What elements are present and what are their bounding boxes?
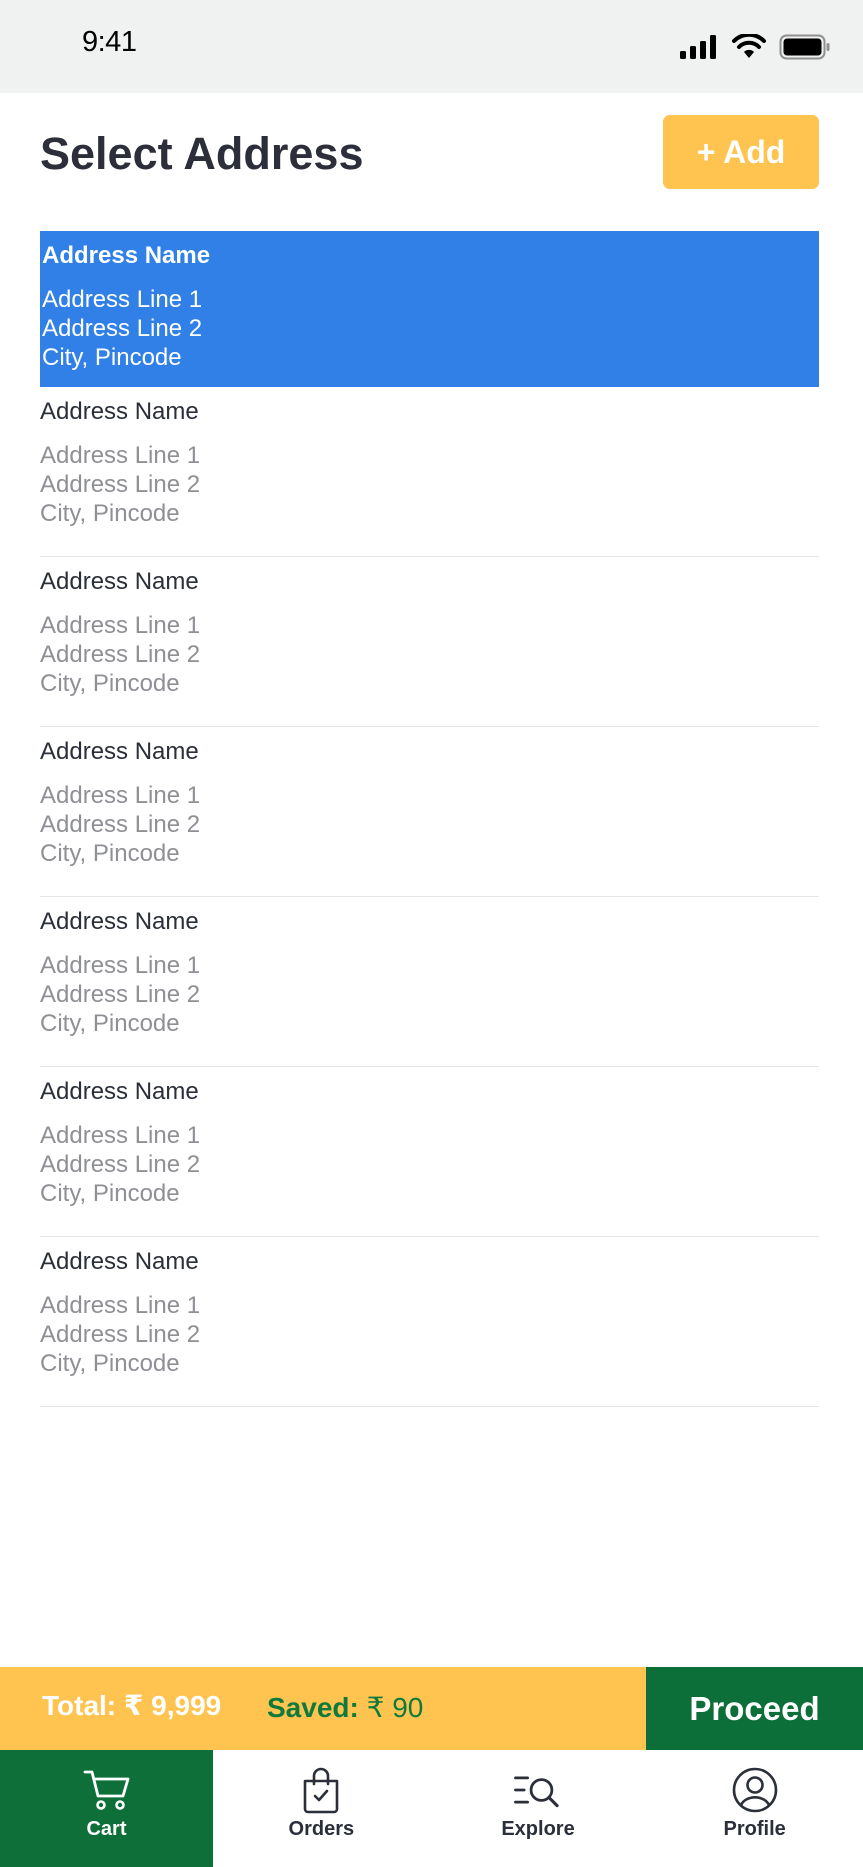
address-line-2: Address Line 2 — [40, 811, 201, 838]
address-city-pincode: City, Pincode — [42, 344, 182, 371]
address-line-2: Address Line 2 — [40, 981, 201, 1008]
address-line-1: Address Line 1 — [40, 442, 201, 469]
address-name: Address Name — [40, 1078, 199, 1105]
nav-label: Explore — [501, 1818, 575, 1840]
address-card[interactable]: Address Name Address Line 1 Address Line… — [40, 1237, 819, 1407]
total-value: ₹ 9,999 — [123, 1690, 222, 1721]
address-line-2: Address Line 2 — [40, 641, 201, 668]
address-card[interactable]: Address Name Address Line 1 Address Line… — [40, 897, 819, 1067]
address-city-pincode: City, Pincode — [40, 1180, 180, 1207]
address-name: Address Name — [40, 568, 199, 595]
saved-amount: Saved: ₹ 90 — [267, 1691, 423, 1724]
address-list: Address Name Address Line 1 Address Line… — [40, 231, 819, 1407]
address-card[interactable]: Address Name Address Line 1 Address Line… — [40, 1067, 819, 1237]
user-circle-icon — [732, 1767, 777, 1813]
signal-icon — [680, 35, 716, 59]
nav-item-explore[interactable]: Explore — [430, 1750, 647, 1867]
total-label: Total: — [42, 1690, 117, 1721]
address-card[interactable]: Address Name Address Line 1 Address Line… — [40, 727, 819, 897]
battery-icon — [779, 34, 830, 60]
status-icons — [679, 34, 831, 60]
proceed-button[interactable]: Proceed — [646, 1667, 863, 1750]
address-name: Address Name — [42, 242, 211, 269]
add-address-button[interactable]: + Add — [663, 115, 819, 189]
address-name: Address Name — [40, 1248, 199, 1275]
address-line-2: Address Line 2 — [40, 1151, 201, 1178]
address-line-1: Address Line 1 — [40, 1292, 201, 1319]
address-line-2: Address Line 2 — [40, 471, 201, 498]
address-line-2: Address Line 2 — [42, 315, 203, 342]
address-line-1: Address Line 1 — [40, 782, 201, 809]
saved-value: ₹ 90 — [366, 1692, 424, 1723]
address-city-pincode: City, Pincode — [40, 1350, 180, 1377]
address-name: Address Name — [40, 738, 199, 765]
address-card[interactable]: Address Name Address Line 1 Address Line… — [40, 387, 819, 557]
address-name: Address Name — [40, 398, 199, 425]
address-line-2: Address Line 2 — [40, 1321, 201, 1348]
address-city-pincode: City, Pincode — [40, 840, 180, 867]
address-line-1: Address Line 1 — [42, 286, 203, 313]
shopping-bag-icon — [304, 1767, 339, 1814]
address-line-1: Address Line 1 — [40, 952, 201, 979]
page-title: Select Address — [40, 128, 364, 179]
order-summary-bar: Total: ₹ 9,999 Saved: ₹ 90 Proceed — [0, 1667, 863, 1750]
nav-item-cart[interactable]: Cart — [0, 1750, 213, 1867]
nav-item-orders[interactable]: Orders — [213, 1750, 430, 1867]
address-card-selected[interactable]: Address Name Address Line 1 Address Line… — [40, 231, 819, 387]
bottom-nav: Cart Orders Explore Profile — [0, 1750, 863, 1867]
address-name: Address Name — [40, 908, 199, 935]
address-line-1: Address Line 1 — [40, 612, 201, 639]
nav-label: Orders — [288, 1818, 355, 1840]
nav-item-profile[interactable]: Profile — [646, 1750, 863, 1867]
saved-label: Saved: — [267, 1692, 359, 1723]
status-bar: 9:41 — [0, 0, 863, 93]
address-city-pincode: City, Pincode — [40, 670, 180, 697]
nav-label: Profile — [723, 1818, 786, 1840]
total-amount: Total: ₹ 9,999 — [42, 1689, 221, 1722]
explore-search-icon — [514, 1776, 559, 1808]
address-line-1: Address Line 1 — [40, 1122, 201, 1149]
status-time: 9:41 — [82, 26, 137, 58]
nav-label: Cart — [86, 1818, 127, 1840]
address-card[interactable]: Address Name Address Line 1 Address Line… — [40, 557, 819, 727]
cart-icon — [83, 1770, 129, 1810]
address-city-pincode: City, Pincode — [40, 500, 180, 527]
address-city-pincode: City, Pincode — [40, 1010, 180, 1037]
wifi-icon — [732, 34, 766, 58]
